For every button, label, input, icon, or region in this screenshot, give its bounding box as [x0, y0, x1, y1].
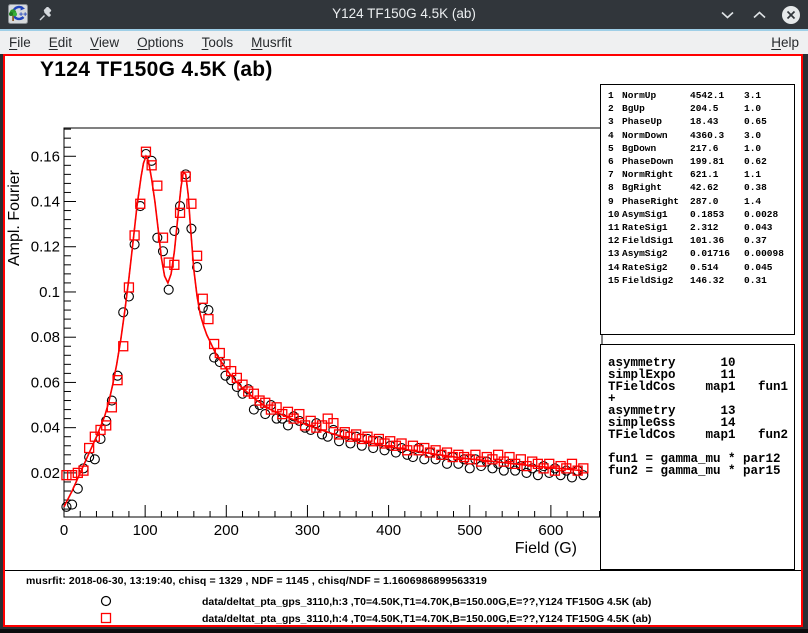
theory-line: TFieldCos map1 fun2	[608, 429, 794, 441]
app-window: ++ Y124 TF150G 4.5K (ab)	[0, 0, 808, 633]
y-tick-label: 0.16	[31, 148, 60, 165]
menubar: FileEditViewOptionsToolsMusrfit Help	[0, 31, 808, 54]
y-axis-title: Ampl. Fourier	[6, 169, 23, 266]
minimize-button[interactable]	[716, 4, 738, 26]
y-tick-label: 0.04	[31, 420, 60, 437]
window-title: Y124 TF150G 4.5K (ab)	[0, 6, 808, 21]
maximize-button[interactable]	[748, 4, 770, 26]
y-tick-label: 0.06	[31, 374, 60, 391]
parameter-box[interactable]: 1NormUp4542.13.12BgUp204.51.03PhaseUp18.…	[600, 84, 795, 335]
x-tick-label: 400	[376, 522, 401, 539]
y-tick-label: 0.1	[39, 284, 60, 301]
legend-entry-h3: data/deltat_pta_gps_3110,h:3 ,T0=4.50K,T…	[202, 596, 651, 608]
parameter-row: 8BgRight42.620.38	[606, 181, 794, 194]
x-tick-label: 300	[295, 522, 320, 539]
parameter-row: 14RateSig20.5140.045	[606, 261, 794, 274]
parameter-row: 11RateSig12.3120.043	[606, 221, 794, 234]
x-tick-label: 200	[214, 522, 239, 539]
titlebar: ++ Y124 TF150G 4.5K (ab)	[0, 0, 808, 29]
menu-tools[interactable]: Tools	[193, 33, 243, 52]
x-tick-label: 100	[133, 522, 158, 539]
root-canvas[interactable]: Y124 TF150G 4.5K (ab) 010020030040050060…	[3, 54, 803, 627]
y-tick-label: 0.12	[31, 239, 60, 256]
x-axis-title: Field (G)	[515, 540, 577, 557]
theory-line: TFieldCos map1 fun1	[608, 381, 794, 393]
y-tick-label: 0.14	[31, 194, 60, 211]
menu-edit[interactable]: Edit	[40, 33, 81, 52]
menu-musrfit[interactable]: Musrfit	[242, 33, 301, 52]
parameter-row: 7NormRight621.11.1	[606, 168, 794, 181]
x-tick-label: 600	[538, 522, 563, 539]
parameter-row: 15FieldSig2146.320.31	[606, 274, 794, 287]
theory-box[interactable]: asymmetry 10simplExpo 11TFieldCos map1 f…	[600, 344, 795, 570]
x-tick-label: 0	[60, 522, 68, 539]
parameter-row: 10AsymSig10.18530.0028	[606, 208, 794, 221]
y-tick-label: 0.08	[31, 329, 60, 346]
parameter-row: 1NormUp4542.13.1	[606, 89, 794, 102]
chevron-up-icon	[753, 11, 766, 19]
close-icon	[781, 5, 801, 25]
series-data-h4	[62, 147, 588, 479]
parameter-row: 5BgDown217.61.0	[606, 142, 794, 155]
x-tick-label: 500	[457, 522, 482, 539]
parameter-row: 3PhaseUp18.430.65	[606, 115, 794, 128]
legend-pad-separator	[5, 570, 801, 571]
chevron-down-icon	[721, 11, 734, 19]
parameter-row: 4NormDown4360.33.0	[606, 129, 794, 142]
menu-options[interactable]: Options	[128, 33, 193, 52]
legend-entry-h4: data/deltat_pta_gps_3110,h:4 ,T0=4.50K,T…	[202, 613, 651, 625]
menu-help[interactable]: Help	[762, 33, 808, 52]
parameter-row: 13AsymSig20.017160.00098	[606, 247, 794, 260]
window-bottom-edge	[0, 629, 808, 633]
axes: 0 100 200 300 400 500 600Field (G) 0.02 0.04 0.06…	[6, 128, 602, 557]
parameter-row: 6PhaseDown199.810.62	[606, 155, 794, 168]
y-tick-label: 0.02	[31, 465, 60, 482]
close-button[interactable]	[780, 4, 802, 26]
parameter-row: 12FieldSig1101.360.37	[606, 234, 794, 247]
fit-status-text: musrfit: 2018-06-30, 13:19:40, chisq = 1…	[26, 575, 487, 587]
parameter-row: 9PhaseRight287.01.4	[606, 195, 794, 208]
theory-line: fun2 = gamma_mu * par15	[608, 465, 794, 477]
menu-view[interactable]: View	[81, 33, 128, 52]
parameter-row: 2BgUp204.51.0	[606, 102, 794, 115]
menu-file[interactable]: File	[0, 33, 40, 52]
legend-square-marker-icon	[99, 611, 113, 630]
